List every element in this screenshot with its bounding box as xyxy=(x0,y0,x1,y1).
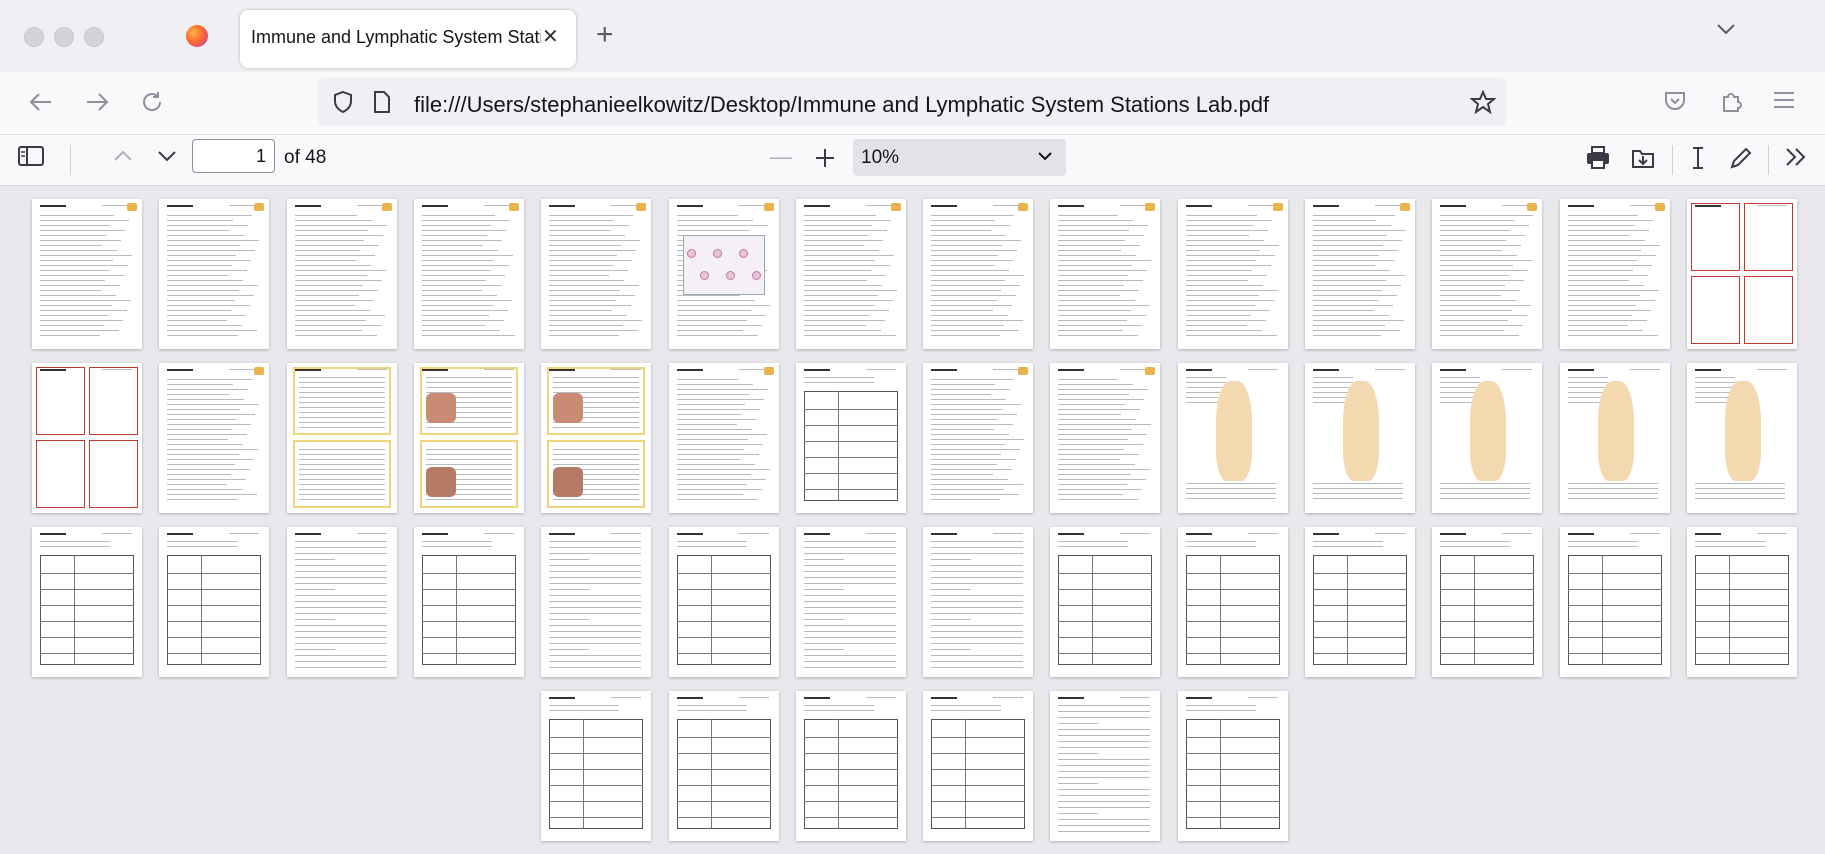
toolbar-separator xyxy=(70,145,71,175)
sidebar-toggle-icon[interactable] xyxy=(18,145,44,167)
page-thumbnail-3[interactable] xyxy=(286,199,397,349)
shield-icon[interactable] xyxy=(332,90,354,114)
page-thumbnail-44[interactable] xyxy=(668,691,779,841)
pdf-thumbnail-viewer[interactable] xyxy=(0,186,1825,854)
save-download-icon[interactable] xyxy=(1630,145,1656,171)
minimize-window-button[interactable] xyxy=(54,27,74,47)
page-thumbnail-12[interactable] xyxy=(1432,199,1543,349)
page-thumbnail-10[interactable] xyxy=(1177,199,1288,349)
tab-title: Immune and Lymphatic System Stati xyxy=(251,27,541,47)
pocket-icon[interactable] xyxy=(1663,90,1687,112)
url-bar[interactable]: file:///Users/stephanieelkowitz/Desktop/… xyxy=(318,78,1506,126)
forward-arrow-icon[interactable] xyxy=(84,90,110,114)
zoom-out-button[interactable]: — xyxy=(770,144,792,170)
url-text[interactable]: file:///Users/stephanieelkowitz/Desktop/… xyxy=(414,92,1269,118)
page-thumbnail-23[interactable] xyxy=(1050,363,1161,513)
firefox-view-icon[interactable] xyxy=(186,25,208,47)
reload-icon[interactable] xyxy=(140,90,164,114)
zoom-value: 10% xyxy=(861,147,900,168)
tab-active[interactable]: Immune and Lymphatic System Stati ✕ xyxy=(240,10,576,68)
next-page-icon[interactable] xyxy=(156,145,178,167)
page-thumbnail-8[interactable] xyxy=(923,199,1034,349)
page-thumbnail-29[interactable] xyxy=(32,527,142,677)
page-thumbnail-14[interactable] xyxy=(1686,199,1797,349)
page-thumbnail-33[interactable] xyxy=(541,527,652,677)
draw-pen-icon[interactable] xyxy=(1728,145,1754,171)
page-thumbnail-47[interactable] xyxy=(1050,691,1161,841)
page-thumbnail-24[interactable] xyxy=(1177,363,1288,513)
toolbar-separator xyxy=(1768,145,1769,175)
page-thumbnail-21[interactable] xyxy=(795,363,906,513)
page-thumbnail-15[interactable] xyxy=(32,363,142,513)
page-thumbnail-30[interactable] xyxy=(159,527,270,677)
page-thumbnail-39[interactable] xyxy=(1305,527,1415,677)
page-thumbnail-45[interactable] xyxy=(795,691,906,841)
page-thumbnail-48[interactable] xyxy=(1177,691,1288,841)
pdf-toolbar: 1 of 48 — 10% xyxy=(0,135,1825,186)
page-thumbnail-9[interactable] xyxy=(1050,199,1161,349)
page-thumbnail-22[interactable] xyxy=(923,363,1034,513)
page-thumbnail-13[interactable] xyxy=(1559,199,1670,349)
page-thumbnail-18[interactable] xyxy=(413,363,524,513)
page-thumbnail-5[interactable] xyxy=(541,199,652,349)
close-window-button[interactable] xyxy=(24,27,44,47)
page-thumbnail-34[interactable] xyxy=(668,527,779,677)
navigation-toolbar: file:///Users/stephanieelkowitz/Desktop/… xyxy=(0,72,1825,135)
page-thumbnail-20[interactable] xyxy=(668,363,779,513)
text-cursor-icon[interactable] xyxy=(1688,145,1708,171)
page-thumbnail-17[interactable] xyxy=(286,363,397,513)
zoom-in-icon[interactable] xyxy=(815,148,835,168)
bookmark-star-icon[interactable] xyxy=(1470,90,1496,114)
tab-close-icon[interactable]: ✕ xyxy=(542,24,559,49)
chevron-down-icon xyxy=(1038,152,1052,161)
page-thumbnail-32[interactable] xyxy=(413,527,524,677)
page-thumbnail-16[interactable] xyxy=(159,363,270,513)
page-thumbnail-38[interactable] xyxy=(1177,527,1288,677)
page-thumbnail-6[interactable] xyxy=(668,199,779,349)
page-thumbnail-42[interactable] xyxy=(1686,527,1797,677)
page-thumbnail-11[interactable] xyxy=(1305,199,1415,349)
zoom-select[interactable]: 10% xyxy=(853,139,1066,176)
page-thumbnail-7[interactable] xyxy=(795,199,906,349)
print-icon[interactable] xyxy=(1585,145,1611,171)
page-thumbnail-46[interactable] xyxy=(923,691,1034,841)
page-thumbnail-2[interactable] xyxy=(159,199,270,349)
page-thumbnail-40[interactable] xyxy=(1432,527,1543,677)
page-thumbnail-31[interactable] xyxy=(286,527,397,677)
extensions-puzzle-icon[interactable] xyxy=(1719,90,1743,114)
page-number-input[interactable]: 1 xyxy=(192,139,275,173)
page-icon xyxy=(374,91,390,113)
page-thumbnail-1[interactable] xyxy=(32,199,142,349)
page-thumbnail-37[interactable] xyxy=(1050,527,1161,677)
page-count: of 48 xyxy=(284,147,327,168)
page-thumbnail-4[interactable] xyxy=(413,199,524,349)
page-thumbnail-26[interactable] xyxy=(1432,363,1543,513)
menu-hamburger-icon[interactable] xyxy=(1773,90,1795,110)
page-thumbnail-41[interactable] xyxy=(1559,527,1670,677)
list-all-tabs-icon[interactable] xyxy=(1716,22,1736,36)
new-tab-button[interactable]: + xyxy=(596,20,614,50)
previous-page-icon[interactable] xyxy=(112,145,134,167)
page-thumbnail-19[interactable] xyxy=(541,363,652,513)
page-thumbnail-27[interactable] xyxy=(1559,363,1670,513)
page-thumbnail-28[interactable] xyxy=(1686,363,1797,513)
page-thumbnail-25[interactable] xyxy=(1305,363,1415,513)
zoom-window-button[interactable] xyxy=(84,27,104,47)
tab-strip: Immune and Lymphatic System Stati ✕ + xyxy=(0,0,1825,72)
page-thumbnail-35[interactable] xyxy=(795,527,906,677)
more-tools-icon[interactable] xyxy=(1784,145,1808,169)
page-thumbnail-43[interactable] xyxy=(541,691,652,841)
page-thumbnail-36[interactable] xyxy=(923,527,1034,677)
toolbar-separator xyxy=(1672,145,1673,175)
back-arrow-icon[interactable] xyxy=(28,90,54,114)
